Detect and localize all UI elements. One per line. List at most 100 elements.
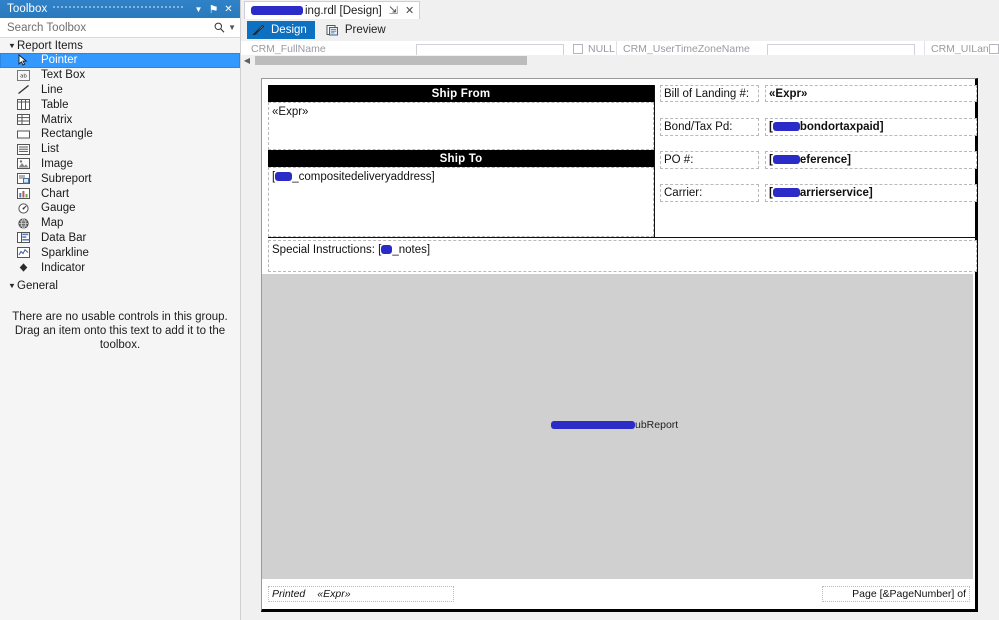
toolbox-item-matrix[interactable]: Matrix (0, 112, 240, 127)
svg-text:ab: ab (20, 73, 27, 79)
indicator-icon (15, 261, 31, 274)
field-value-suffix: bondortaxpaid] (799, 121, 884, 133)
tab-preview[interactable]: Preview (321, 21, 394, 39)
toolbox-group-report-items[interactable]: ▼ Report Items (0, 38, 240, 53)
chart-icon (15, 187, 31, 200)
toolbox-pin-icon[interactable]: ⚑ (206, 1, 221, 17)
ship-from-value-textbox[interactable]: «Expr» (268, 102, 654, 150)
footer-printed-label: Printed (272, 588, 306, 600)
subreport-icon (15, 172, 31, 185)
parameter-divider (924, 41, 925, 55)
toolbox-item-sparkline[interactable]: Sparkline (0, 245, 240, 260)
toolbox-group-label: Report Items (17, 39, 83, 52)
toolbox-item-label: Line (41, 83, 63, 96)
bill-of-landing-value-cell[interactable]: «Expr» (765, 85, 977, 102)
ship-to-value: [_compositedeliveryaddress] (272, 171, 435, 183)
toolbox-item-indicator[interactable]: Indicator (0, 260, 240, 275)
toolbox-item-pointer[interactable]: Pointer (0, 53, 240, 68)
tab-pin-icon[interactable]: ⇲ (389, 4, 398, 17)
document-tab-label: ing.rdl [Design] (305, 4, 382, 17)
toolbox-item-image[interactable]: Image (0, 157, 240, 172)
textbox-icon: ab (15, 69, 31, 82)
chevron-expanded-icon: ▼ (8, 41, 16, 50)
chevron-expanded-icon: ▼ (8, 281, 16, 291)
matrix-icon (15, 113, 31, 126)
ship-from-header: Ship From (268, 85, 654, 102)
scrollbar-thumb[interactable] (255, 56, 527, 65)
redacted-dataset-name (772, 155, 800, 165)
preview-icon (325, 23, 340, 37)
footer-page-number-textbox[interactable]: Page [&PageNumber] of (822, 586, 970, 602)
toolbox-item-text-box[interactable]: ab Text Box (0, 68, 240, 83)
field-label: PO #: (664, 154, 694, 166)
redacted-filename (251, 6, 303, 15)
toolbox-item-subreport[interactable]: Subreport (0, 171, 240, 186)
tab-close-icon[interactable]: ✕ (405, 4, 414, 17)
field-label: Bill of Landing #: (664, 87, 750, 100)
bill-of-landing-label-cell[interactable]: Bill of Landing #: (660, 85, 759, 102)
document-tab-report-rdl[interactable]: ing.rdl [Design] ⇲ ✕ (244, 1, 421, 19)
toolbox-item-label: Map (41, 217, 64, 230)
carrier-label-cell[interactable]: Carrier: (660, 184, 759, 202)
design-icon (251, 23, 266, 37)
parameter-divider (616, 41, 617, 55)
scrollbar-track[interactable] (253, 55, 999, 66)
table-icon (15, 98, 31, 111)
toolbox-item-label: Image (41, 157, 73, 170)
po-number-label-cell[interactable]: PO #: (660, 151, 759, 169)
toolbox-item-line[interactable]: Line (0, 83, 240, 98)
toolbox-group-general[interactable]: ▼ General (0, 278, 240, 294)
horizontal-scrollbar[interactable]: ◀ (241, 55, 999, 66)
toolbox-item-label: Table (41, 98, 69, 111)
toolbox-item-label: Pointer (41, 54, 78, 67)
ship-to-header-label: Ship To (439, 152, 483, 165)
search-options-chevron-down-icon[interactable]: ▼ (226, 23, 236, 32)
toolbox-empty-group-message[interactable]: There are no usable controls in this gro… (0, 294, 240, 352)
toolbox-item-label: Subreport (41, 172, 92, 185)
toolbox-item-data-bar[interactable]: Data Bar (0, 231, 240, 246)
field-value: [arrierservice] (769, 187, 873, 199)
report-body-region[interactable]: ubReport (262, 274, 973, 579)
document-area: ing.rdl [Design] ⇲ ✕ Design Preview CRM_… (241, 0, 999, 620)
bond-tax-paid-value-cell[interactable]: [bondortaxpaid] (765, 118, 977, 136)
view-tab-bar: Design Preview (241, 19, 999, 41)
toolbox-dropdown-icon[interactable]: ▼ (191, 1, 206, 17)
search-icon[interactable] (213, 21, 226, 35)
toolbox-close-icon[interactable]: ✕ (221, 1, 236, 17)
visual-studio-window: Toolbox ▼ ⚑ ✕ ▼ ▼ Report Items (0, 0, 999, 620)
toolbox-item-label: Indicator (41, 261, 86, 274)
special-instructions-value-suffix: _notes] (392, 244, 431, 256)
toolbox-item-rectangle[interactable]: Rectangle (0, 127, 240, 142)
tab-design[interactable]: Design (247, 21, 315, 39)
bond-tax-paid-label-cell[interactable]: Bond/Tax Pd: (660, 118, 759, 136)
carrier-value-cell[interactable]: [arrierservice] (765, 184, 977, 202)
toolbox-item-label: Data Bar (41, 231, 87, 244)
search-input[interactable] (7, 21, 214, 34)
footer-printed-textbox[interactable]: Printed «Expr» (268, 586, 454, 602)
toolbox-item-list[interactable]: List (0, 142, 240, 157)
subreport-item[interactable]: ubReport (551, 419, 678, 431)
po-number-value-cell[interactable]: [eference] (765, 151, 977, 169)
special-instructions-label: Special Instructions: (272, 244, 375, 256)
rectangle-icon (15, 128, 31, 141)
report-design-surface[interactable]: Ship From «Expr» Ship To [_compositedeli… (241, 66, 999, 620)
parameter-null-checkbox[interactable] (573, 44, 583, 54)
toolbox-item-chart[interactable]: Chart (0, 186, 240, 201)
special-instructions-text: Special Instructions: [_notes] (272, 244, 430, 256)
toolbox-group-label: General (17, 280, 58, 293)
toolbox-item-gauge[interactable]: Gauge (0, 201, 240, 216)
parameter-null-checkbox[interactable] (989, 44, 999, 54)
toolbox-drag-grip[interactable] (53, 0, 185, 18)
parameter-label: CRM_UserTimeZoneName (623, 43, 750, 55)
ship-to-value-textbox[interactable]: [_compositedeliveryaddress] (268, 167, 654, 237)
report-page[interactable]: Ship From «Expr» Ship To [_compositedeli… (261, 78, 978, 612)
toolbox-item-table[interactable]: Table (0, 97, 240, 112)
toolbox-item-map[interactable]: Map (0, 216, 240, 231)
header-bottom-rule (268, 237, 977, 238)
toolbox-search-bar[interactable]: ▼ (0, 18, 240, 38)
scroll-left-arrow-icon[interactable]: ◀ (241, 56, 253, 65)
field-label: Carrier: (664, 187, 703, 199)
tab-label: Design (271, 24, 307, 36)
databar-icon (15, 231, 31, 244)
special-instructions-textbox[interactable]: Special Instructions: [_notes] (268, 240, 977, 272)
